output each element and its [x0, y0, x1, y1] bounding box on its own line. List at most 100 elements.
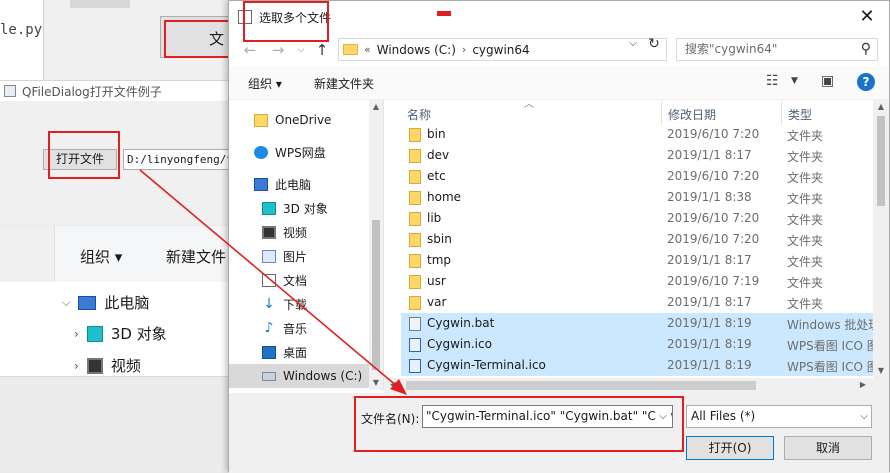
file-row[interactable]: var 2019/1/1 8:17 文件夹	[401, 292, 889, 313]
chevron-down-icon[interactable]: ▼	[791, 76, 798, 86]
scrollbar-thumb[interactable]	[372, 220, 380, 370]
recent-locations-icon[interactable]: ⌵	[291, 40, 311, 60]
file-name: sbin	[427, 232, 452, 246]
close-icon[interactable]: ✕	[856, 6, 878, 28]
file-row[interactable]: Cygwin.bat 2019/1/1 8:19 Windows 批处理	[401, 313, 889, 334]
address-overflow[interactable]: «	[364, 43, 371, 56]
column-header-date[interactable]: 修改日期	[662, 100, 782, 125]
preview-pane-icon[interactable]: ▣	[821, 73, 834, 89]
scroll-up-icon[interactable]: ▲	[369, 100, 383, 114]
file-row[interactable]: usr 2019/6/10 7:19 文件夹	[401, 271, 889, 292]
nav-item-pictures[interactable]: 图片	[229, 244, 369, 268]
download-icon: ↓	[263, 295, 275, 312]
explorer-bottom-area	[0, 376, 232, 472]
cloud-icon	[254, 145, 268, 159]
breadcrumb-separator-icon[interactable]: ›	[462, 43, 466, 56]
file-row[interactable]: home 2019/1/1 8:38 文件夹	[401, 187, 889, 208]
navigation-scrollbar[interactable]: ▲ ▼	[369, 100, 383, 390]
pc-icon	[78, 295, 97, 310]
address-bar[interactable]: « Windows (C:) › cygwin64	[338, 38, 667, 61]
nav-item-label: 3D 对象	[283, 201, 328, 216]
address-dropdown-icon[interactable]: ⌵	[624, 38, 642, 49]
annotation-box-background-button	[164, 20, 232, 58]
folder-icon	[343, 44, 358, 55]
breadcrumb-item[interactable]: cygwin64	[472, 43, 529, 57]
scroll-right-icon[interactable]: ▶	[856, 378, 870, 392]
search-input[interactable]: 搜索"cygwin64" ⚲	[676, 38, 878, 61]
nav-item-3d-objects[interactable]: 3D 对象	[229, 196, 369, 220]
nav-item-wps[interactable]: WPS网盘	[229, 140, 369, 164]
column-header-label: 类型	[788, 108, 813, 122]
scroll-down-icon[interactable]: ▼	[369, 376, 383, 390]
scroll-down-icon[interactable]: ▼	[874, 364, 888, 378]
folder-icon	[409, 212, 421, 226]
file-date: 2019/1/1 8:17	[667, 295, 752, 309]
nav-item-documents[interactable]: 文档	[229, 268, 369, 292]
explorer-tree-label: 3D 对象	[110, 325, 167, 343]
desktop-icon	[262, 345, 276, 359]
chevron-down-icon[interactable]: ⌵	[62, 296, 70, 310]
file-row[interactable]: sbin 2019/6/10 7:20 文件夹	[401, 229, 889, 250]
qt-demo-window: QFileDialog打开文件例子 打开文件 D:/linyongfeng/te	[0, 80, 232, 225]
forward-arrow-icon[interactable]: →	[268, 40, 288, 60]
path-line-edit[interactable]: D:/linyongfeng/te	[123, 149, 232, 170]
file-dialog: 选取多个文件 ✕ ← → ⌵ ↑ « Windows (C:) › cygwin…	[228, 0, 890, 473]
nav-item-videos[interactable]: 视频	[229, 220, 369, 244]
chevron-right-icon[interactable]: ›	[74, 359, 79, 373]
up-arrow-icon[interactable]: ↑	[312, 40, 332, 60]
chevron-down-icon[interactable]: ⌵	[860, 406, 868, 427]
organize-button[interactable]: 组织 ▾	[248, 75, 282, 92]
new-folder-button[interactable]: 新建文件夹	[314, 75, 374, 92]
music-icon: ♪	[264, 319, 274, 336]
nav-item-downloads[interactable]: ↓ 下载	[229, 292, 369, 316]
file-row[interactable]: Cygwin-Terminal.ico 2019/1/1 8:19 WPS看图 IC…	[401, 355, 889, 376]
file-name: bin	[427, 127, 446, 141]
back-arrow-icon[interactable]: ←	[240, 40, 260, 60]
scrollbar-thumb[interactable]	[406, 381, 756, 390]
folder-icon	[409, 233, 421, 247]
explorer-new-folder-button[interactable]: 新建文件	[166, 246, 226, 267]
view-options-icon[interactable]: ☷	[766, 73, 779, 89]
file-row[interactable]: tmp 2019/1/1 8:17 文件夹	[401, 250, 889, 271]
file-row[interactable]: dev 2019/1/1 8:17 文件夹	[401, 145, 889, 166]
column-header-label: 修改日期	[668, 108, 717, 122]
scrollbar-thumb[interactable]	[877, 116, 885, 206]
chevron-right-icon[interactable]: ›	[74, 327, 79, 341]
help-icon[interactable]: ?	[857, 73, 875, 91]
open-button[interactable]: 打开(O)	[686, 436, 774, 460]
file-list-vertical-scrollbar[interactable]: ▲ ▼	[873, 100, 889, 378]
pc-icon	[254, 177, 268, 191]
breadcrumb-item[interactable]: Windows (C:)	[377, 43, 456, 57]
file-type-filter[interactable]: All Files (*) ⌵	[686, 405, 872, 428]
nav-item-music[interactable]: ♪ 音乐	[229, 316, 369, 340]
cancel-button[interactable]: 取消	[784, 436, 872, 460]
file-date: 2019/1/1 8:38	[667, 190, 752, 204]
nav-item-onedrive[interactable]: OneDrive	[229, 108, 369, 132]
nav-item-desktop[interactable]: 桌面	[229, 340, 369, 364]
qt-window-title-text: QFileDialog打开文件例子	[22, 85, 162, 99]
explorer-tree-item[interactable]: › 视频	[74, 355, 141, 376]
file-date: 2019/1/1 8:17	[667, 253, 752, 267]
search-icon[interactable]: ⚲	[861, 39, 871, 60]
qt-window-title: QFileDialog打开文件例子	[0, 81, 232, 101]
explorer-tree-item[interactable]: ⌵ 此电脑	[62, 292, 149, 313]
folder-icon	[409, 191, 421, 205]
file-row[interactable]: lib 2019/6/10 7:20 文件夹	[401, 208, 889, 229]
background-editor: le.py	[0, 0, 44, 80]
background-tab-strip	[70, 0, 130, 8]
nav-item-windows-c[interactable]: Windows (C:)	[229, 364, 369, 388]
scroll-up-icon[interactable]: ▲	[874, 100, 888, 114]
file-row[interactable]: Cygwin.ico 2019/1/1 8:19 WPS看图 ICO 图	[401, 334, 889, 355]
refresh-icon[interactable]: ↻	[644, 36, 664, 52]
column-header-name[interactable]: ︿ 名称	[401, 99, 662, 125]
file-list-horizontal-scrollbar[interactable]: ◀ ▶	[384, 378, 889, 393]
nav-item-this-pc[interactable]: 此电脑	[229, 172, 369, 196]
explorer-tree-item[interactable]: › 3D 对象	[74, 323, 167, 344]
nav-item-label: WPS网盘	[275, 145, 326, 160]
explorer-organize-button[interactable]: 组织 ▾	[80, 246, 122, 267]
file-row[interactable]: etc 2019/6/10 7:20 文件夹	[401, 166, 889, 187]
file-name: Cygwin.ico	[427, 337, 492, 351]
file-date: 2019/6/10 7:19	[667, 274, 760, 288]
scroll-left-icon[interactable]: ◀	[386, 378, 400, 392]
file-row[interactable]: bin 2019/6/10 7:20 文件夹	[401, 124, 889, 145]
